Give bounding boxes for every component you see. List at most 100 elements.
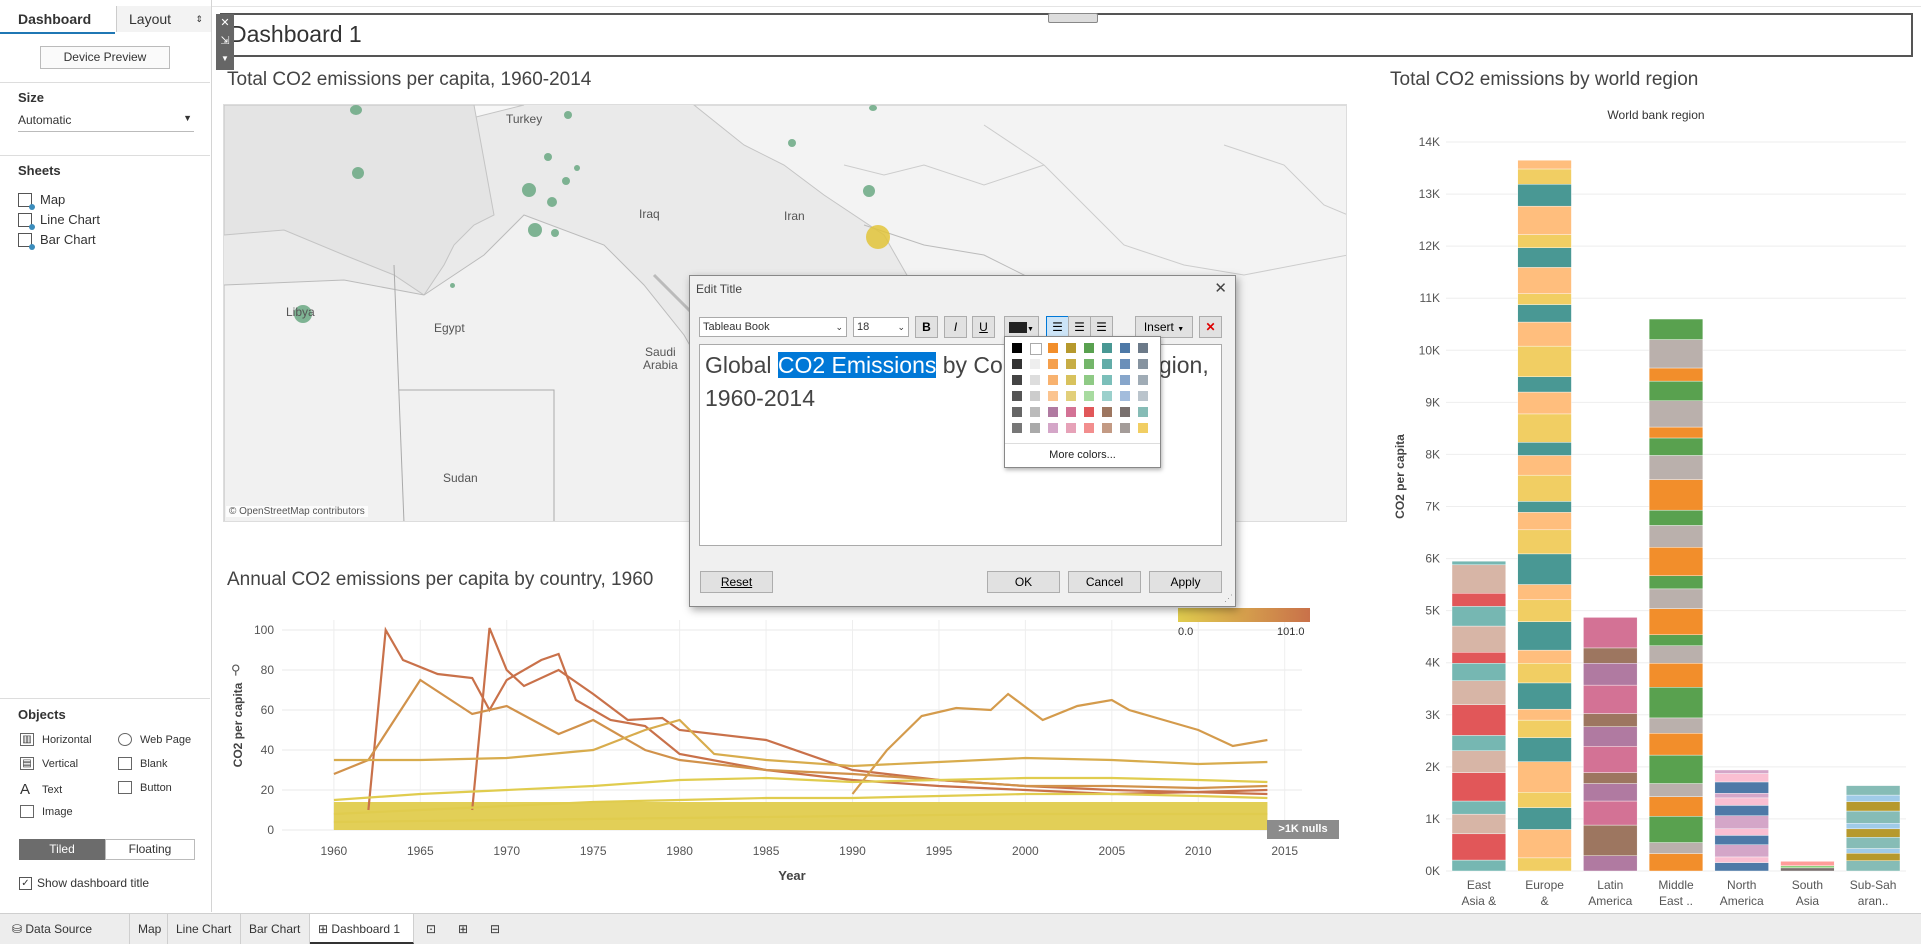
tab-map[interactable]: Map	[130, 914, 168, 944]
color-swatch[interactable]	[1102, 375, 1112, 385]
map-point[interactable]	[574, 165, 580, 171]
underline-button[interactable]: U	[972, 316, 995, 338]
color-swatch[interactable]	[1012, 407, 1022, 417]
new-dashboard-icon[interactable]: ⊞	[450, 914, 480, 944]
color-swatch[interactable]	[1066, 343, 1076, 353]
color-swatch[interactable]	[1048, 391, 1058, 401]
color-swatch[interactable]	[1084, 359, 1094, 369]
color-swatch[interactable]	[1048, 407, 1058, 417]
new-worksheet-icon[interactable]: ⊡	[418, 914, 448, 944]
object-image[interactable]: Image	[20, 805, 73, 818]
color-swatch[interactable]	[1084, 407, 1094, 417]
close-icon[interactable]: ✕	[216, 14, 234, 32]
color-swatch[interactable]	[1138, 407, 1148, 417]
color-swatch[interactable]	[1102, 391, 1112, 401]
apply-button[interactable]: Apply	[1149, 571, 1222, 593]
drag-handle[interactable]	[1048, 13, 1098, 23]
color-swatch[interactable]	[1030, 391, 1040, 401]
tab-data-source[interactable]: ⛁ Data Source	[0, 914, 130, 944]
bar-chart[interactable]: World bank region0K1K2K3K4K5K6K7K8K9K10K…	[1380, 100, 1915, 908]
color-swatch[interactable]	[1102, 423, 1112, 433]
tab-dashboard-1[interactable]: ⊞ Dashboard 1	[310, 914, 414, 944]
color-swatch[interactable]	[1066, 407, 1076, 417]
sheet-item-map[interactable]: Map	[18, 192, 65, 207]
object-vertical[interactable]: ▤Vertical	[20, 757, 78, 770]
tab-bar-chart[interactable]: Bar Chart	[241, 914, 310, 944]
color-swatch[interactable]	[1012, 343, 1022, 353]
ok-button[interactable]: OK	[987, 571, 1060, 593]
color-swatch[interactable]	[1048, 375, 1058, 385]
font-color-button[interactable]: ▼	[1004, 316, 1039, 338]
object-blank[interactable]: Blank	[118, 757, 168, 770]
object-button[interactable]: Button	[118, 781, 172, 794]
map-point[interactable]	[564, 111, 572, 119]
color-swatch[interactable]	[1030, 343, 1042, 355]
color-swatch[interactable]	[1120, 407, 1130, 417]
pin-icon[interactable]: ⇲	[216, 32, 234, 50]
bold-button[interactable]: B	[915, 316, 938, 338]
sheet-item-line-chart[interactable]: Line Chart	[18, 212, 100, 227]
nulls-indicator[interactable]: >1K nulls	[1267, 820, 1339, 839]
color-swatch[interactable]	[1120, 343, 1130, 353]
color-swatch[interactable]	[1012, 359, 1022, 369]
color-swatch[interactable]	[1138, 391, 1148, 401]
italic-button[interactable]: I	[944, 316, 967, 338]
color-swatch[interactable]	[1120, 375, 1130, 385]
object-text[interactable]: AText	[20, 781, 62, 798]
color-swatch[interactable]	[1102, 359, 1112, 369]
color-swatch[interactable]	[1066, 423, 1076, 433]
color-swatch[interactable]	[1138, 359, 1148, 369]
color-swatch[interactable]	[1138, 375, 1148, 385]
color-swatch[interactable]	[1030, 407, 1040, 417]
map-point[interactable]	[866, 225, 890, 249]
color-swatch[interactable]	[1066, 391, 1076, 401]
insert-button[interactable]: Insert ▼	[1135, 316, 1193, 338]
color-swatch[interactable]	[1030, 423, 1040, 433]
color-swatch[interactable]	[1012, 423, 1022, 433]
tab-dashboard[interactable]: Dashboard	[0, 6, 115, 34]
color-swatch[interactable]	[1012, 375, 1022, 385]
color-swatch[interactable]	[1066, 359, 1076, 369]
map-point[interactable]	[544, 153, 552, 161]
color-swatch[interactable]	[1138, 343, 1148, 353]
tab-layout[interactable]: Layout ⇕	[116, 6, 211, 32]
align-left-icon[interactable]: ☰	[1046, 316, 1069, 338]
map-point[interactable]	[551, 229, 559, 237]
color-swatch[interactable]	[1138, 423, 1148, 433]
color-swatch[interactable]	[1012, 391, 1022, 401]
map-point[interactable]	[863, 185, 875, 197]
align-right-icon[interactable]: ☰	[1090, 316, 1113, 338]
sheet-item-bar-chart[interactable]: Bar Chart	[18, 232, 96, 247]
close-icon[interactable]: ✕	[1214, 279, 1227, 297]
object-web-page[interactable]: Web Page	[118, 733, 191, 746]
map-point[interactable]	[562, 177, 570, 185]
align-center-icon[interactable]: ☰	[1068, 316, 1091, 338]
reset-button[interactable]: Reset	[700, 571, 773, 593]
cancel-button[interactable]: Cancel	[1068, 571, 1141, 593]
color-swatch[interactable]	[1048, 343, 1058, 353]
new-story-icon[interactable]: ⊟	[482, 914, 512, 944]
more-colors-link[interactable]: More colors...	[1005, 449, 1160, 461]
map-point[interactable]	[869, 105, 877, 111]
color-swatch[interactable]	[1102, 343, 1112, 353]
color-swatch[interactable]	[1120, 423, 1130, 433]
map-point[interactable]	[788, 139, 796, 147]
tiled-toggle[interactable]: Tiled	[19, 839, 105, 860]
color-swatch[interactable]	[1084, 343, 1094, 353]
line-chart[interactable]: 0204060801001960196519701975198019851990…	[222, 595, 1352, 895]
color-swatch[interactable]	[1084, 391, 1094, 401]
tab-line-chart[interactable]: Line Chart	[168, 914, 241, 944]
map-point[interactable]	[522, 183, 536, 197]
map-point[interactable]	[528, 223, 542, 237]
color-swatch[interactable]	[1120, 359, 1130, 369]
color-swatch[interactable]	[1066, 375, 1076, 385]
map-point[interactable]	[350, 105, 362, 115]
font-dropdown[interactable]: Tableau Book ⌄	[699, 317, 847, 337]
size-dropdown[interactable]: Automatic ▼	[18, 113, 194, 132]
map-point[interactable]	[450, 283, 455, 288]
color-swatch[interactable]	[1120, 391, 1130, 401]
color-swatch[interactable]	[1084, 423, 1094, 433]
color-swatch[interactable]	[1048, 359, 1058, 369]
color-swatch[interactable]	[1030, 359, 1040, 369]
color-swatch[interactable]	[1030, 375, 1040, 385]
